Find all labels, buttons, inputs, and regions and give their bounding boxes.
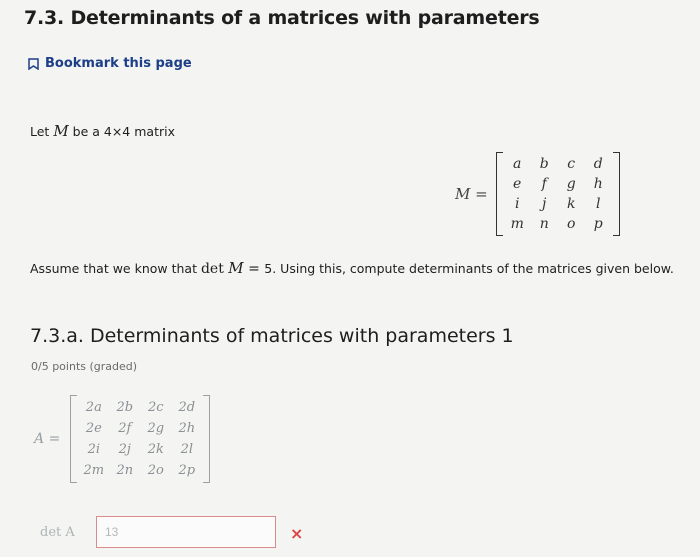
matrix-a-cell: 2g	[147, 421, 165, 436]
matrix-a-label: A =	[34, 431, 60, 447]
matrix-a-cell: 2f	[118, 421, 132, 436]
matrix-m-cell: c	[567, 156, 576, 172]
assumption-text: Assume that we know that det M = 5. Usin…	[30, 259, 674, 277]
page-title: 7.3. Determinants of a matrices with par…	[24, 7, 540, 29]
matrix-m-cell: h	[593, 176, 603, 192]
matrix-m-cell: i	[514, 196, 520, 212]
matrix-a-cell: 2k	[147, 442, 164, 457]
matrix-a-cell: 2b	[116, 400, 134, 415]
matrix-m-cell: b	[539, 156, 549, 172]
matrix-m-cell: n	[539, 216, 549, 232]
matrix-a-cell: 2l	[180, 442, 194, 457]
matrix-a-cell: 2a	[85, 400, 102, 415]
matrix-a-cell: 2c	[148, 400, 164, 415]
matrix-a-label-var: A	[34, 431, 45, 447]
problem-title: 7.3.a. Determinants of matrices with par…	[30, 325, 514, 347]
intro-var: M	[53, 122, 69, 140]
matrix-m-cell: g	[566, 176, 576, 192]
intro-text: Let M be a 4×4 matrix	[30, 122, 175, 140]
assume-det: det	[200, 261, 229, 277]
matrix-a-grid: 2a 2b 2c 2d 2e 2f 2g 2h 2i 2j 2k 2l 2m 2…	[70, 395, 211, 483]
assume-suffix: . Using this, compute determinants of th…	[272, 261, 674, 276]
intro-prefix: Let	[30, 124, 54, 139]
bookmark-button[interactable]: Bookmark this page	[28, 56, 192, 71]
incorrect-icon: ×	[290, 524, 304, 543]
matrix-a-cell: 2o	[147, 463, 164, 478]
matrix-a-cell: 2n	[116, 463, 134, 478]
matrix-m-cell: m	[510, 216, 524, 232]
matrix-m-cell: j	[542, 196, 547, 212]
matrix-a-cell: 2i	[87, 442, 101, 457]
matrix-a-cell: 2e	[85, 421, 102, 436]
matrix-a-cell: 2p	[178, 463, 196, 478]
matrix-m-cell: k	[566, 196, 576, 212]
matrix-m-cell: o	[566, 216, 576, 232]
intro-suffix: be a 4×4 matrix	[68, 124, 175, 139]
assume-prefix: Assume that we know that	[30, 261, 201, 276]
matrix-a-cell: 2m	[83, 463, 105, 478]
matrix-a-label-eq: =	[44, 431, 61, 447]
matrix-a-cell: 2h	[178, 421, 196, 436]
matrix-m-cell: f	[541, 176, 547, 192]
points-label: 0/5 points (graded)	[31, 360, 138, 373]
answer-label: det A	[40, 525, 75, 540]
matrix-m-label-eq: =	[470, 185, 488, 203]
assume-eq: =	[243, 261, 265, 277]
bookmark-label: Bookmark this page	[45, 56, 192, 71]
assume-var: M	[228, 259, 244, 277]
matrix-m: M = a b c d e f g h i j k l m n o p	[455, 152, 620, 236]
matrix-m-label: M =	[455, 185, 488, 203]
answer-input[interactable]	[96, 516, 276, 548]
matrix-a-cell: 2d	[178, 400, 196, 415]
matrix-m-cell: a	[513, 156, 522, 172]
matrix-m-cell: d	[593, 156, 603, 172]
matrix-a-cell: 2j	[118, 442, 131, 457]
matrix-m-cell: p	[593, 216, 603, 232]
matrix-m-label-var: M	[455, 185, 471, 203]
bookmark-icon	[28, 57, 39, 70]
matrix-a: A = 2a 2b 2c 2d 2e 2f 2g 2h 2i 2j 2k 2l …	[34, 395, 211, 483]
matrix-m-grid: a b c d e f g h i j k l m n o p	[495, 152, 620, 236]
matrix-m-cell: e	[513, 176, 522, 192]
matrix-m-cell: l	[595, 196, 601, 212]
